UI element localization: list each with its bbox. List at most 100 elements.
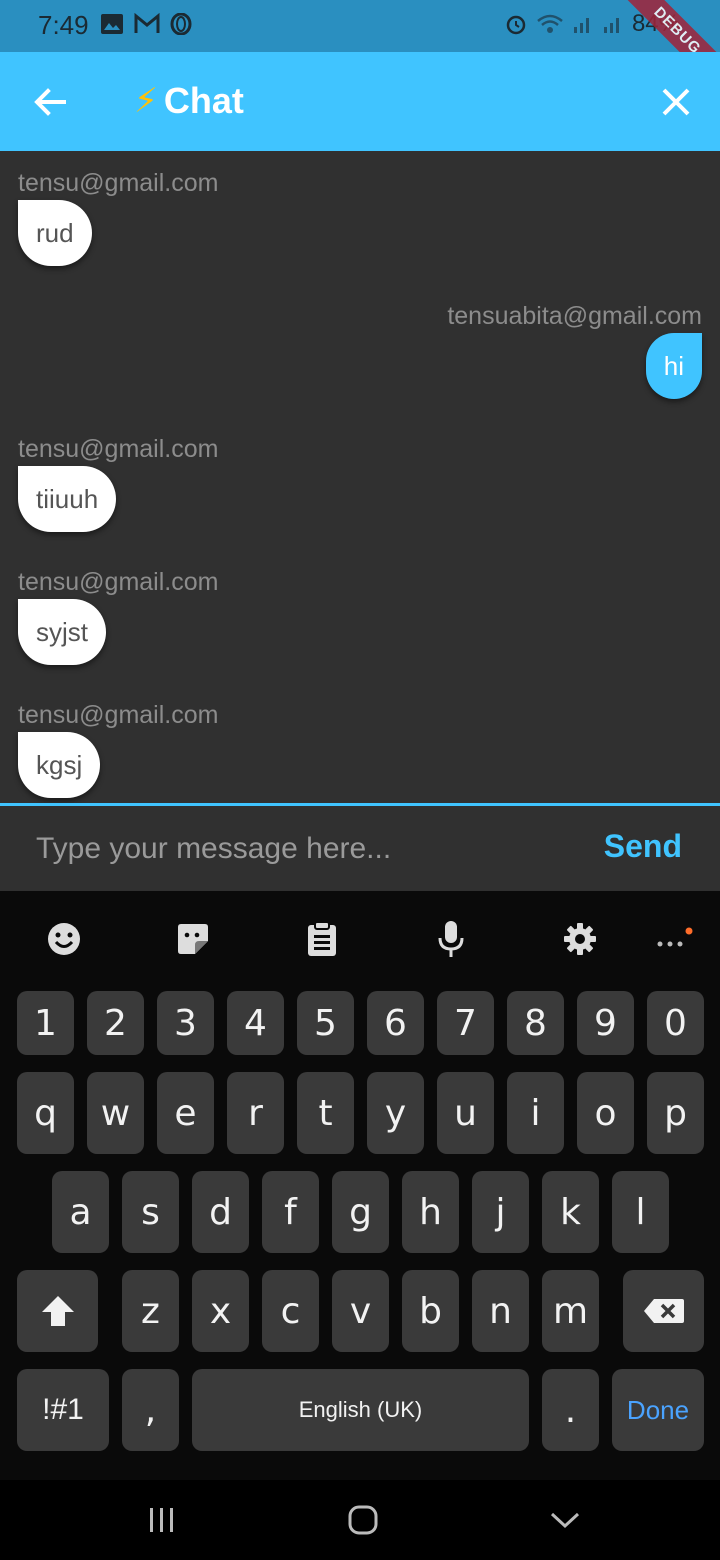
- message-bubble: rud: [18, 200, 92, 266]
- settings-icon: [564, 923, 596, 955]
- arrow-back-icon: [34, 88, 66, 116]
- message-sender: tensuabita@gmail.com: [447, 302, 702, 330]
- close-button[interactable]: [658, 84, 694, 120]
- key-y[interactable]: y: [367, 1072, 424, 1154]
- home-icon: [348, 1505, 378, 1535]
- message-input[interactable]: [36, 824, 566, 874]
- back-button[interactable]: [30, 82, 70, 122]
- system-nav-bar: [0, 1480, 720, 1560]
- page-title: ⚡ Chat: [134, 80, 244, 122]
- key-e[interactable]: e: [157, 1072, 214, 1154]
- key-l[interactable]: l: [612, 1171, 669, 1253]
- key-4[interactable]: 4: [227, 991, 284, 1055]
- message-bubble: tiiuuh: [18, 466, 117, 532]
- message-sender: tensu@gmail.com: [18, 169, 219, 197]
- key-d[interactable]: d: [192, 1171, 249, 1253]
- key-p[interactable]: p: [647, 1072, 704, 1154]
- keyboard-settings-button[interactable]: [558, 917, 602, 961]
- key-8[interactable]: 8: [507, 991, 564, 1055]
- send-button[interactable]: Send: [604, 828, 682, 865]
- key-a[interactable]: a: [52, 1171, 109, 1253]
- symbols-key[interactable]: !#1: [17, 1369, 109, 1451]
- status-bar: 7:49 84% DEBUG: [0, 0, 720, 101]
- key-9[interactable]: 9: [577, 991, 634, 1055]
- recent-apps-icon: [150, 1508, 173, 1532]
- key-i[interactable]: i: [507, 1072, 564, 1154]
- close-icon: [662, 88, 690, 116]
- sticker-icon: [178, 924, 208, 954]
- alarm-icon: [506, 15, 526, 35]
- emoji-button[interactable]: [42, 917, 86, 961]
- backspace-key[interactable]: [623, 1270, 704, 1352]
- more-icon: [657, 927, 693, 947]
- space-key[interactable]: English (UK): [192, 1369, 529, 1451]
- clipboard-icon: [308, 921, 336, 956]
- gmail-icon: [134, 13, 160, 33]
- key-0[interactable]: 0: [647, 991, 704, 1055]
- key-c[interactable]: c: [262, 1270, 319, 1352]
- more-options-button[interactable]: [650, 917, 694, 961]
- key-n[interactable]: n: [472, 1270, 529, 1352]
- key-m[interactable]: m: [542, 1270, 599, 1352]
- key-h[interactable]: h: [402, 1171, 459, 1253]
- clipboard-button[interactable]: [300, 917, 344, 961]
- key-w[interactable]: w: [87, 1072, 144, 1154]
- lightning-icon: ⚡: [134, 82, 158, 120]
- opera-icon: [170, 13, 192, 35]
- gallery-icon: [101, 14, 123, 34]
- key-r[interactable]: r: [227, 1072, 284, 1154]
- key-comma[interactable]: ,: [122, 1369, 179, 1451]
- signal-icon-2: [603, 18, 619, 33]
- soft-keyboard: 1 2 3 4 5 6 7 8 9 0 q w e r t y u i o p …: [0, 891, 720, 1480]
- signal-icon: [573, 18, 589, 33]
- message-composer: Send: [0, 806, 720, 891]
- message-item: tensu@gmail.com kgsj: [18, 701, 218, 798]
- key-v[interactable]: v: [332, 1270, 389, 1352]
- key-1[interactable]: 1: [17, 991, 74, 1055]
- key-2[interactable]: 2: [87, 991, 144, 1055]
- shift-key[interactable]: [17, 1270, 98, 1352]
- recent-apps-button[interactable]: [142, 1500, 182, 1540]
- message-sender: tensu@gmail.com: [18, 568, 219, 596]
- status-time: 7:49: [38, 10, 89, 40]
- chevron-down-icon: [550, 1512, 580, 1529]
- sticker-button[interactable]: [171, 917, 215, 961]
- key-b[interactable]: b: [402, 1270, 459, 1352]
- done-key[interactable]: Done: [612, 1369, 704, 1451]
- key-g[interactable]: g: [332, 1171, 389, 1253]
- message-bubble: kgsj: [18, 732, 101, 798]
- wifi-icon: [537, 14, 563, 33]
- backspace-icon: [643, 1299, 684, 1323]
- message-bubble: syjst: [18, 599, 106, 665]
- key-7[interactable]: 7: [437, 991, 494, 1055]
- key-x[interactable]: x: [192, 1270, 249, 1352]
- message-item: tensu@gmail.com rud: [18, 169, 218, 266]
- key-f[interactable]: f: [262, 1171, 319, 1253]
- message-item: tensu@gmail.com tiiuuh: [18, 435, 218, 532]
- key-6[interactable]: 6: [367, 991, 424, 1055]
- key-5[interactable]: 5: [297, 991, 354, 1055]
- key-z[interactable]: z: [122, 1270, 179, 1352]
- key-s[interactable]: s: [122, 1171, 179, 1253]
- key-t[interactable]: t: [297, 1072, 354, 1154]
- key-k[interactable]: k: [542, 1171, 599, 1253]
- microphone-icon: [438, 921, 464, 957]
- message-sender: tensu@gmail.com: [18, 701, 219, 729]
- key-period[interactable]: .: [542, 1369, 599, 1451]
- app-bar: ⚡ Chat: [0, 52, 720, 151]
- page-title-text: Chat: [163, 80, 244, 121]
- key-q[interactable]: q: [17, 1072, 74, 1154]
- back-nav-button[interactable]: [545, 1500, 585, 1540]
- key-o[interactable]: o: [577, 1072, 634, 1154]
- message-item: tensuabita@gmail.com hi: [447, 302, 702, 399]
- chat-message-list[interactable]: tensu@gmail.com rud tensuabita@gmail.com…: [0, 151, 720, 803]
- voice-input-button[interactable]: [429, 917, 473, 961]
- shift-icon: [41, 1296, 74, 1326]
- emoji-icon: [48, 923, 80, 955]
- home-button[interactable]: [343, 1500, 383, 1540]
- key-u[interactable]: u: [437, 1072, 494, 1154]
- message-item: tensu@gmail.com syjst: [18, 568, 218, 665]
- key-3[interactable]: 3: [157, 991, 214, 1055]
- message-bubble: hi: [645, 333, 702, 399]
- key-j[interactable]: j: [472, 1171, 529, 1253]
